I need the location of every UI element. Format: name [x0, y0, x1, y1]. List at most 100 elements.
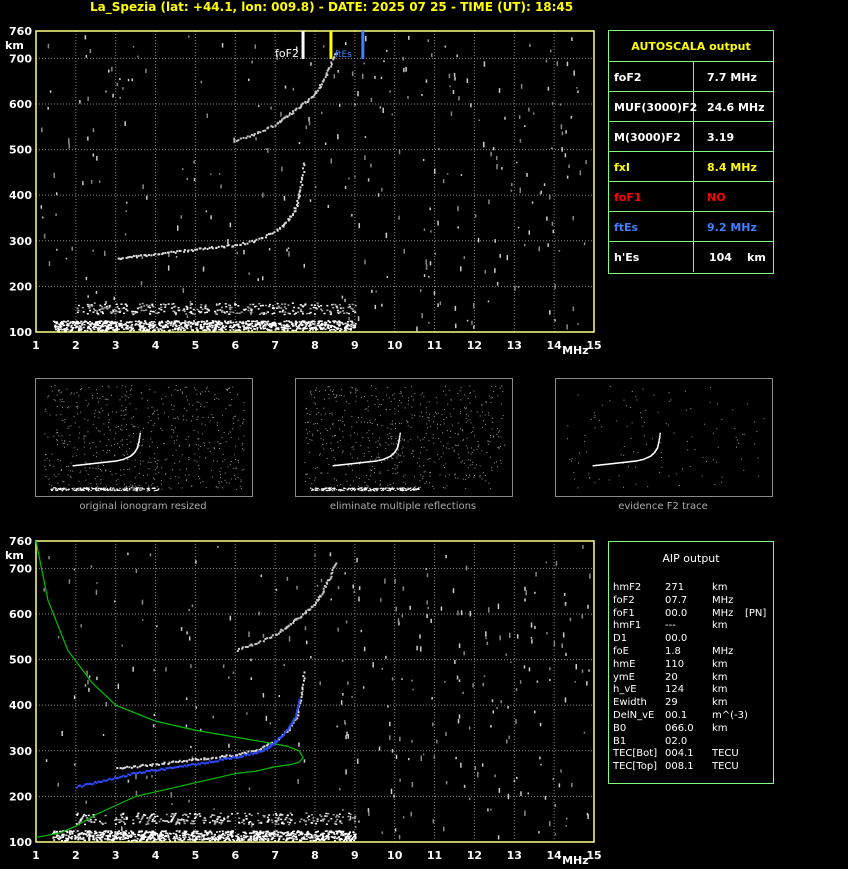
y-tick-label: 700 [9, 52, 32, 65]
caption-eliminate-reflections: eliminate multiple reflections [329, 501, 477, 512]
aip-cell: 02.0 [665, 735, 688, 747]
x-tick-label: 6 [231, 339, 239, 352]
x-axis-label: MHz [562, 854, 589, 867]
x-tick-label: 10 [387, 339, 403, 352]
aip-cell: km [712, 697, 728, 709]
x-tick-label: 6 [231, 849, 239, 862]
aip-cell: hmE [613, 658, 636, 670]
x-tick-label: 9 [351, 849, 359, 862]
aip-cell: --- [665, 620, 676, 632]
aip-cell: MHz [712, 607, 734, 619]
x-tick-label: 5 [192, 849, 200, 862]
x-tick-label: 1 [32, 339, 40, 352]
x-tick-label: 2 [72, 339, 80, 352]
ionogram-panel-0: 1 2 3 4 5 6 7 8 9 10 11 12 13 14 151002003004005006007… [5, 25, 602, 357]
aip-cell: km [712, 671, 728, 683]
autoscala-label: MUF(3000)F2 [614, 101, 698, 114]
aip-cell: h_vE [613, 684, 637, 696]
aip-cell: 1.8 [665, 646, 681, 657]
autoscala-divider [693, 122, 694, 152]
marker-label-foF2: foF2 [275, 47, 299, 60]
aip-cell: 004.1 [665, 748, 694, 760]
x-tick-label: 4 [152, 339, 160, 352]
autoscala-value: 8.4 MHz [707, 161, 757, 174]
y-tick-label: 400 [9, 699, 32, 712]
aip-cell: foE [613, 646, 629, 657]
thumbnail-original [35, 378, 253, 497]
x-tick-label: 10 [387, 849, 403, 862]
autoscala-value: 3.19 [707, 131, 735, 144]
extraordinary-trace [235, 52, 338, 143]
y-tick-label: 200 [9, 280, 32, 293]
aip-cell: 066.0 [665, 722, 694, 734]
autoscala-row: fxI 8.4 MHz [609, 151, 773, 182]
autoscala-value: 7.7 MHz [707, 71, 757, 84]
y-tick-label: 100 [9, 326, 32, 339]
autoscala-table: AUTOSCALA output foF2 7.7 MHz MUF(3000)F2 2… [608, 30, 774, 274]
aip-cell: 110 [665, 658, 685, 670]
y-tick-label: 200 [9, 790, 32, 803]
autoscala-label: foF2 [614, 71, 642, 84]
autoscala-divider [693, 152, 694, 182]
aip-cell: 00.0 [665, 633, 688, 645]
aip-cell: 00.0 [665, 607, 688, 619]
aip-cell: TEC[Bot] [613, 748, 658, 760]
aip-cell: [PN] [745, 607, 767, 619]
x-tick-label: 12 [467, 849, 482, 862]
y-axis-label: km [5, 39, 24, 52]
autoscala-label: fxI [614, 161, 630, 174]
aip-cell: MHz [712, 646, 734, 657]
autoscala-row: MUF(3000)F2 24.6 MHz [609, 91, 773, 122]
aip-cell: 29 [665, 697, 678, 709]
autoscala-divider [693, 212, 694, 242]
x-tick-label: 11 [427, 339, 442, 352]
aip-cell: 271 [665, 582, 685, 593]
aip-table: AIP output hmF2 271 km foF2 07.7 MHz foF1 00.0 M… [608, 541, 774, 784]
y-tick-label: 500 [9, 144, 32, 157]
x-tick-label: 4 [152, 849, 160, 862]
aip-cell: 008.1 [665, 761, 694, 773]
autoscala-unit: km [747, 251, 766, 264]
aip-cell: 00.1 [665, 710, 688, 721]
x-tick-label: 7 [271, 339, 279, 352]
electron-density-profile [35, 540, 304, 839]
x-tick-label: 8 [311, 339, 319, 352]
noise-speckles [40, 35, 587, 332]
autoscala-divider [693, 242, 694, 272]
aip-cell: TECU [712, 761, 739, 773]
autoscala-value: 24.6 MHz [707, 101, 765, 114]
y-tick-label: 100 [9, 836, 32, 849]
autoscala-label: foF1 [614, 191, 642, 204]
aip-cell: ymE [613, 671, 635, 683]
aip-cell: TECU [712, 748, 739, 760]
aip-fitted-trace [75, 698, 301, 789]
aip-cell: foF2 [613, 594, 635, 606]
y-tick-label: 300 [9, 235, 32, 248]
y-tick-label: 300 [9, 745, 32, 758]
y-tick-label: 600 [9, 608, 32, 621]
x-tick-label: 9 [351, 339, 359, 352]
autoscala-divider [693, 62, 694, 92]
thumbnail-evidence-f2 [555, 378, 773, 497]
y-tick-label: 760 [9, 535, 32, 548]
aip-cell: km [712, 582, 728, 593]
ordinary-trace [116, 671, 306, 770]
x-tick-label: 5 [192, 339, 200, 352]
aip-cell: D1 [613, 633, 628, 645]
x-tick-label: 12 [467, 339, 482, 352]
ionogram-panel-1: 1 2 3 4 5 6 7 8 9 10 11 12 13 14 151002003004005006007… [5, 535, 602, 867]
aip-cell: 124 [665, 684, 685, 696]
autoscala-value: NO [707, 191, 726, 204]
y-tick-label: 400 [9, 189, 32, 202]
x-tick-label: 8 [311, 849, 319, 862]
autoscala-label: ftEs [614, 221, 639, 234]
y-tick-label: 700 [9, 562, 32, 575]
autoscala-label: h'Es [614, 251, 640, 264]
caption-original: original ionogram resized [79, 501, 207, 512]
aip-cell: B0 [613, 722, 627, 734]
aip-cell: B1 [613, 735, 627, 747]
x-tick-label: 11 [427, 849, 442, 862]
marker-label-ftEs: ftEs [335, 50, 352, 60]
autoscala-row: M(3000)F2 3.19 [609, 121, 773, 152]
x-tick-label: 7 [271, 849, 279, 862]
